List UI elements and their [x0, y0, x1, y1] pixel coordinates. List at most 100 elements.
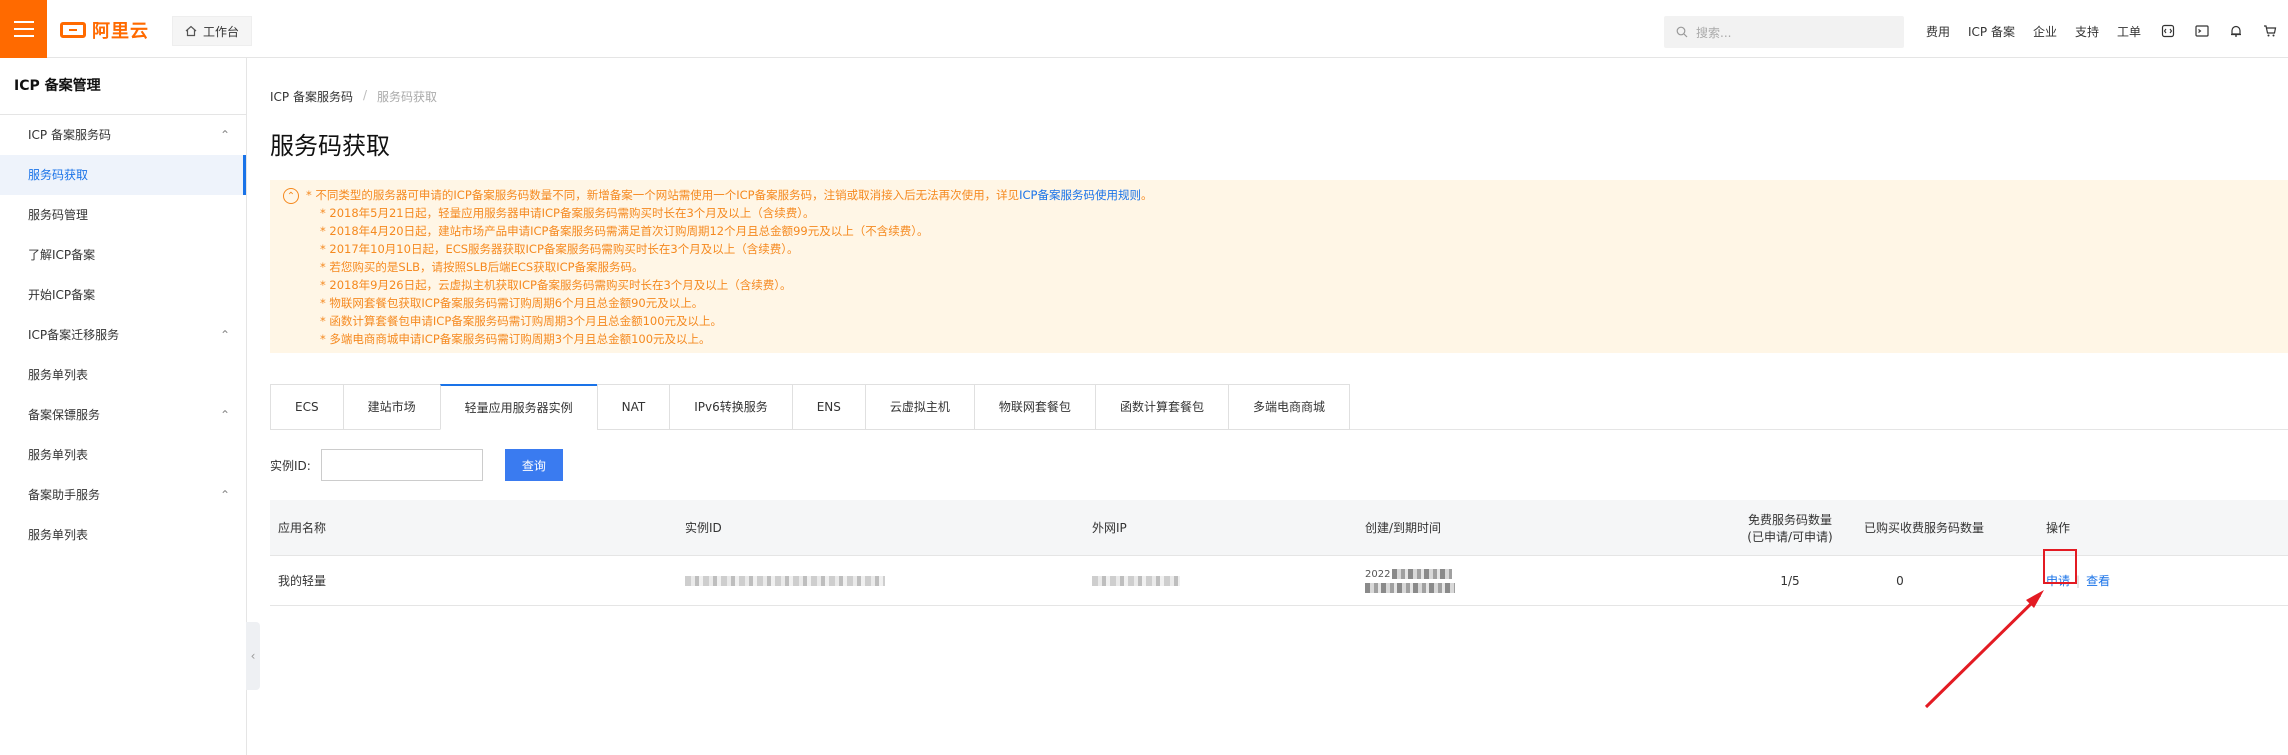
- top-bar: 阿里云 工作台 搜索... 费用 ICP 备案 企业 支持 工单: [0, 0, 2288, 58]
- chevron-up-icon: ⌃: [219, 488, 230, 502]
- terminal-icon[interactable]: [2193, 22, 2211, 40]
- menu-icon[interactable]: [0, 0, 47, 58]
- search-input[interactable]: 搜索...: [1696, 24, 1731, 41]
- bell-icon[interactable]: [2227, 22, 2245, 40]
- notice-line: * 物联网套餐包获取ICP备案服务码需订购周期6个月且总金额90元及以上。: [320, 296, 704, 310]
- sidebar-item-label: 服务单列表: [28, 368, 89, 382]
- chevron-up-icon: ⌃: [219, 408, 230, 422]
- logo-text: 阿里云: [92, 21, 149, 42]
- aliyun-logo[interactable]: 阿里云: [60, 18, 149, 42]
- sidebar-collapse-handle[interactable]: ‹: [246, 622, 260, 690]
- breadcrumb-separator: /: [362, 88, 368, 102]
- breadcrumb: ICP 备案服务码 / 服务码获取: [270, 88, 437, 105]
- sidebar-group-migration[interactable]: ICP备案迁移服务 ⌃: [0, 315, 246, 355]
- col-public-ip: 外网IP: [1092, 521, 1127, 535]
- sidebar-item-orders-3[interactable]: 服务单列表: [0, 515, 246, 555]
- page-title: 服务码获取: [270, 132, 390, 160]
- instance-id-label: 实例ID:: [270, 458, 311, 473]
- sidebar-item-orders-2[interactable]: 服务单列表: [0, 435, 246, 475]
- tab-site-market[interactable]: 建站市场: [342, 384, 440, 430]
- sidebar-title: ICP 备案管理: [0, 58, 246, 115]
- sidebar-item-get-code[interactable]: 服务码获取: [0, 155, 246, 195]
- search-box[interactable]: 搜索...: [1664, 16, 1904, 48]
- code-icon[interactable]: [2159, 22, 2177, 40]
- sidebar-item-label: 服务单列表: [28, 448, 89, 462]
- chevron-up-icon: ⌃: [219, 128, 230, 142]
- notice-rules-link[interactable]: ICP备案服务码使用规则: [1019, 188, 1141, 202]
- tab-ecommerce-mall[interactable]: 多端电商商城: [1227, 384, 1350, 430]
- tab-ecs[interactable]: ECS: [270, 384, 343, 430]
- query-button[interactable]: 查询: [504, 449, 563, 481]
- chevron-left-icon: ‹: [250, 649, 256, 663]
- sidebar-item-label: 开始ICP备案: [28, 288, 96, 302]
- tab-lightweight-server[interactable]: 轻量应用服务器实例: [439, 384, 597, 430]
- nav-ticket[interactable]: 工单: [2117, 23, 2141, 40]
- col-free-codes: 免费服务码数量 (已申请/可申请): [1747, 512, 1833, 544]
- sidebar: ICP 备案管理 ICP 备案服务码 ⌃ 服务码获取 服务码管理 了解ICP备案 …: [0, 58, 247, 755]
- sidebar-group-icp-code[interactable]: ICP 备案服务码 ⌃: [0, 115, 246, 155]
- notice-panel: ⌃ * 不同类型的服务器可申请的ICP备案服务码数量不同，新增备案一个网站需使用…: [270, 180, 2288, 353]
- view-link[interactable]: 查看: [2086, 572, 2110, 589]
- sidebar-item-label: ICP 备案服务码: [28, 128, 111, 142]
- sidebar-item-label: 了解ICP备案: [28, 248, 96, 262]
- tab-iot-package[interactable]: 物联网套餐包: [973, 384, 1095, 430]
- search-icon: [1676, 26, 1688, 38]
- tab-virtual-host[interactable]: 云虚拟主机: [864, 384, 974, 430]
- notice-line: * 若您购买的是SLB，请按照SLB后端ECS获取ICP备案服务码。: [320, 260, 644, 274]
- cell-instance-id-redacted: [685, 556, 885, 605]
- sidebar-item-orders-1[interactable]: 服务单列表: [0, 355, 246, 395]
- col-app-name: 应用名称: [278, 521, 327, 535]
- sidebar-item-label: 服务码获取: [28, 168, 89, 182]
- table-header: 应用名称 实例ID 外网IP 创建/到期时间 免费服务码数量 (已申请/可申请)…: [270, 500, 2288, 556]
- sidebar-group-assistant[interactable]: 备案助手服务 ⌃: [0, 475, 246, 515]
- home-icon: [185, 25, 197, 37]
- notice-line: * 不同类型的服务器可申请的ICP备案服务码数量不同，新增备案一个网站需使用一个…: [306, 188, 1153, 202]
- sidebar-item-label: ICP备案迁移服务: [28, 328, 120, 342]
- cell-public-ip-redacted: [1092, 556, 1180, 605]
- tab-function-package[interactable]: 函数计算套餐包: [1094, 384, 1228, 430]
- table-row: 我的轻量 2022 1/5 0 申请 | 查看: [270, 556, 2288, 606]
- sidebar-item-label: 备案保镖服务: [28, 408, 101, 422]
- chevron-up-icon: ⌃: [219, 328, 230, 342]
- col-time: 创建/到期时间: [1365, 521, 1442, 535]
- nav-enterprise[interactable]: 企业: [2033, 23, 2057, 40]
- cell-free-codes: 1/5: [1780, 573, 1800, 588]
- product-tabs: ECS 建站市场 轻量应用服务器实例 NAT IPv6转换服务 ENS 云虚拟主…: [270, 384, 2288, 430]
- filter-bar: 实例ID: 查询: [270, 448, 563, 482]
- top-nav: 费用 ICP 备案 企业 支持 工单: [1926, 22, 2288, 40]
- nav-icp[interactable]: ICP 备案: [1968, 23, 2015, 40]
- logo-mark-icon: [60, 22, 86, 38]
- sidebar-item-learn-icp[interactable]: 了解ICP备案: [0, 235, 246, 275]
- sidebar-item-start-icp[interactable]: 开始ICP备案: [0, 275, 246, 315]
- notice-line: * 2018年4月20日起，建站市场产品申请ICP备案服务码需满足首次订购周期1…: [320, 224, 929, 238]
- collapse-icon[interactable]: ⌃: [283, 188, 299, 204]
- notice-line: * 函数计算套餐包申请ICP备案服务码需订购周期3个月且总金额100元及以上。: [320, 314, 723, 328]
- instance-id-input[interactable]: [320, 449, 483, 481]
- breadcrumb-item-icp-code[interactable]: ICP 备案服务码: [270, 88, 353, 105]
- tab-nat[interactable]: NAT: [596, 384, 670, 430]
- sidebar-group-bodyguard[interactable]: 备案保镖服务 ⌃: [0, 395, 246, 435]
- cell-time-redacted: 2022: [1365, 556, 1455, 605]
- cart-icon[interactable]: [2261, 22, 2279, 40]
- nav-fees[interactable]: 费用: [1926, 23, 1950, 40]
- workbench-label: 工作台: [203, 24, 240, 39]
- sidebar-item-label: 备案助手服务: [28, 488, 101, 502]
- notice-line: * 2018年9月26日起，云虚拟主机获取ICP备案服务码需购买时长在3个月及以…: [320, 278, 792, 292]
- col-purchased: 已购买收费服务码数量: [1864, 521, 1985, 535]
- tab-ipv6[interactable]: IPv6转换服务: [669, 384, 792, 430]
- tab-ens[interactable]: ENS: [791, 384, 865, 430]
- col-instance-id: 实例ID: [685, 521, 722, 535]
- instance-table: 应用名称 实例ID 外网IP 创建/到期时间 免费服务码数量 (已申请/可申请)…: [270, 500, 2288, 606]
- sidebar-item-label: 服务码管理: [28, 208, 89, 222]
- sidebar-item-manage-code[interactable]: 服务码管理: [0, 195, 246, 235]
- nav-support[interactable]: 支持: [2075, 23, 2099, 40]
- notice-line: * 2017年10月10日起，ECS服务器获取ICP备案服务码需购买时长在3个月…: [320, 242, 799, 256]
- sidebar-item-label: 服务单列表: [28, 528, 89, 542]
- notice-line: * 多端电商商城申请ICP备案服务码需订购周期3个月且总金额100元及以上。: [320, 332, 711, 346]
- breadcrumb-item-current: 服务码获取: [377, 90, 438, 104]
- cell-purchased: 0: [1896, 573, 1904, 588]
- main-content: ICP 备案服务码 / 服务码获取 服务码获取 ⌃ * 不同类型的服务器可申请的…: [270, 58, 2288, 755]
- cell-app-name: 我的轻量: [278, 574, 327, 588]
- workbench-button[interactable]: 工作台: [172, 16, 253, 46]
- col-ops: 操作: [2046, 521, 2071, 535]
